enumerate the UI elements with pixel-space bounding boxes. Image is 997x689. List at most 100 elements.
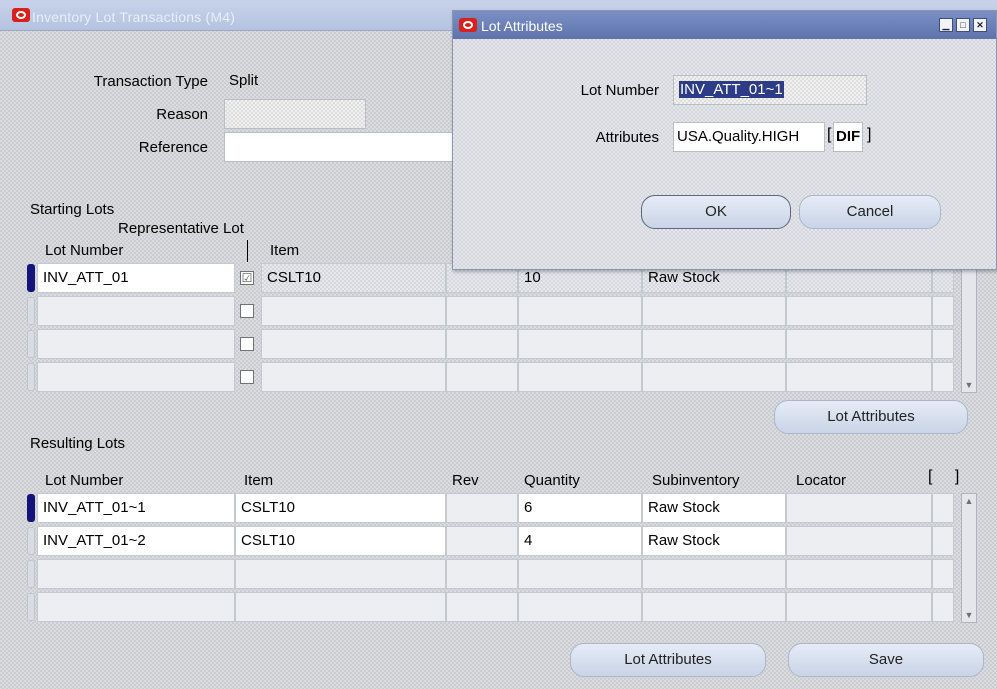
resulting-locator-cell[interactable]: [786, 592, 932, 622]
resulting-flex-header[interactable]: [ ]: [928, 468, 959, 486]
starting-lot-attributes-button[interactable]: Lot Attributes: [774, 400, 968, 434]
checkbox-icon[interactable]: [240, 370, 254, 384]
record-indicator[interactable]: [27, 363, 35, 391]
reference-label: Reference: [138, 139, 208, 156]
starting-lot-number-cell[interactable]: INV_ATT_01: [37, 263, 235, 293]
resulting-quantity-cell[interactable]: [518, 592, 642, 622]
transaction-type-label: Transaction Type: [93, 73, 208, 90]
starting-quantity-cell[interactable]: [518, 362, 642, 392]
resulting-locator-cell[interactable]: [786, 559, 932, 589]
current-record-indicator[interactable]: [27, 494, 35, 522]
dialog-attributes-label: Attributes: [595, 129, 659, 146]
resulting-lots-title: Resulting Lots: [30, 435, 126, 452]
starting-subinventory-cell[interactable]: [642, 329, 786, 359]
resulting-lots-scrollbar[interactable]: ▲ ▼: [961, 493, 977, 623]
resulting-lot-number-cell[interactable]: [37, 592, 235, 622]
starting-lot-number-cell[interactable]: [37, 362, 235, 392]
resulting-flex-cell[interactable]: [932, 559, 954, 589]
cancel-button[interactable]: Cancel: [799, 195, 941, 229]
minimize-icon[interactable]: ▁: [939, 18, 953, 32]
resulting-locator-header: Locator: [796, 472, 847, 489]
starting-rev-cell[interactable]: [446, 362, 518, 392]
lot-attributes-dialog[interactable]: Lot Attributes ▁ □ ✕ Lot Number INV_ATT_…: [452, 10, 997, 270]
reason-label: Reason: [156, 106, 208, 123]
starting-subinventory-cell[interactable]: [642, 362, 786, 392]
dff-bracket-open: [: [827, 126, 832, 143]
record-indicator[interactable]: [27, 527, 35, 555]
resulting-locator-cell[interactable]: [786, 493, 932, 523]
dialog-titlebar[interactable]: Lot Attributes ▁ □ ✕: [453, 11, 996, 39]
starting-locator-cell[interactable]: [786, 362, 932, 392]
starting-lot-number-header: Lot Number: [45, 242, 124, 259]
reason-field[interactable]: [224, 99, 366, 129]
resulting-item-cell[interactable]: CSLT10: [235, 526, 446, 556]
starting-quantity-cell[interactable]: [518, 296, 642, 326]
dialog-title: Lot Attributes: [481, 18, 563, 34]
resulting-quantity-cell[interactable]: [518, 559, 642, 589]
starting-rev-cell[interactable]: [446, 296, 518, 326]
resulting-rev-cell[interactable]: [446, 526, 518, 556]
resulting-flex-cell[interactable]: [932, 526, 954, 556]
record-indicator[interactable]: [27, 330, 35, 358]
current-record-indicator[interactable]: [27, 264, 35, 292]
starting-item-cell[interactable]: [261, 362, 446, 392]
starting-item-cell[interactable]: [261, 329, 446, 359]
starting-locator-cell[interactable]: [786, 329, 932, 359]
dff-field[interactable]: DIF: [833, 122, 863, 152]
starting-flex-cell[interactable]: [932, 362, 954, 392]
starting-item-cell[interactable]: [261, 296, 446, 326]
resulting-lot-attributes-button[interactable]: Lot Attributes: [570, 643, 766, 677]
dialog-lot-number-field[interactable]: INV_ATT_01~1: [673, 75, 867, 105]
resulting-subinventory-cell[interactable]: Raw Stock: [642, 493, 786, 523]
starting-locator-cell[interactable]: [786, 296, 932, 326]
record-indicator[interactable]: [27, 297, 35, 325]
resulting-lot-number-cell[interactable]: INV_ATT_01~2: [37, 526, 235, 556]
starting-subinventory-cell[interactable]: [642, 296, 786, 326]
transaction-type-field[interactable]: Split: [224, 67, 464, 97]
starting-item-cell[interactable]: CSLT10: [261, 263, 446, 293]
main-window-title: Inventory Lot Transactions (M4): [32, 9, 236, 25]
resulting-item-cell[interactable]: CSLT10: [235, 493, 446, 523]
starting-quantity-cell[interactable]: [518, 329, 642, 359]
starting-lot-number-cell[interactable]: [37, 329, 235, 359]
resulting-item-cell[interactable]: [235, 559, 446, 589]
close-icon[interactable]: ✕: [973, 18, 987, 32]
starting-rev-cell[interactable]: [446, 329, 518, 359]
resulting-lot-number-header: Lot Number: [45, 472, 124, 489]
reference-field[interactable]: [224, 132, 464, 162]
starting-flex-cell[interactable]: [932, 296, 954, 326]
resulting-lot-number-cell[interactable]: INV_ATT_01~1: [37, 493, 235, 523]
dialog-lot-number-value: INV_ATT_01~1: [679, 81, 784, 98]
record-indicator[interactable]: [27, 593, 35, 621]
resulting-item-header: Item: [244, 472, 274, 489]
scroll-down-icon[interactable]: ▼: [962, 610, 976, 620]
resulting-quantity-cell[interactable]: 4: [518, 526, 642, 556]
starting-lots-scrollbar[interactable]: ▼: [961, 263, 977, 393]
resulting-rev-cell[interactable]: [446, 559, 518, 589]
resulting-lot-number-cell[interactable]: [37, 559, 235, 589]
resulting-rev-cell[interactable]: [446, 592, 518, 622]
scroll-up-icon[interactable]: ▲: [962, 496, 976, 506]
resulting-quantity-cell[interactable]: 6: [518, 493, 642, 523]
starting-flex-cell[interactable]: [932, 329, 954, 359]
starting-lot-number-cell[interactable]: [37, 296, 235, 326]
checkbox-icon[interactable]: [240, 304, 254, 318]
representative-lot-header: Representative Lot: [118, 220, 244, 237]
resulting-flex-cell[interactable]: [932, 592, 954, 622]
dialog-attributes-field[interactable]: USA.Quality.HIGH: [673, 122, 825, 152]
ok-button[interactable]: OK: [641, 195, 791, 229]
checkbox-icon[interactable]: ☑: [240, 271, 254, 285]
record-indicator[interactable]: [27, 560, 35, 588]
resulting-item-cell[interactable]: [235, 592, 446, 622]
save-button[interactable]: Save: [788, 643, 984, 677]
resulting-flex-cell[interactable]: [932, 493, 954, 523]
resulting-subinventory-cell[interactable]: [642, 592, 786, 622]
resulting-rev-header: Rev: [452, 472, 479, 489]
scroll-down-icon[interactable]: ▼: [962, 380, 976, 390]
checkbox-icon[interactable]: [240, 337, 254, 351]
resulting-subinventory-cell[interactable]: [642, 559, 786, 589]
maximize-icon[interactable]: □: [956, 18, 970, 32]
resulting-locator-cell[interactable]: [786, 526, 932, 556]
resulting-subinventory-cell[interactable]: Raw Stock: [642, 526, 786, 556]
resulting-rev-cell[interactable]: [446, 493, 518, 523]
